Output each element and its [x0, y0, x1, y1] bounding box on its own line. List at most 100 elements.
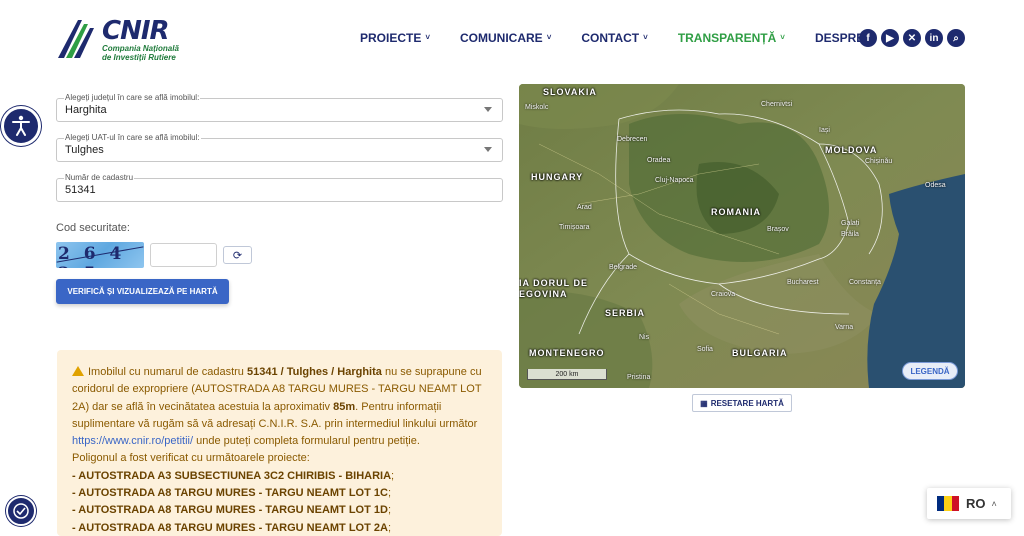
- project-item: - AUTOSTRADA A8 TARGU MURES - TARGU NEAM…: [72, 504, 388, 517]
- accessibility-settings-icon[interactable]: [6, 496, 36, 526]
- nav-contact[interactable]: CONTACT ˅: [581, 31, 647, 45]
- security-code-label: Cod securitate:: [56, 222, 130, 234]
- nav-transparenta[interactable]: TRANSPARENȚĂ ˅: [678, 31, 785, 45]
- map-city: Pristina: [627, 374, 651, 381]
- accessibility-icon[interactable]: [1, 106, 41, 146]
- alert-text: Poligonul a fost verificat cu următoarel…: [72, 452, 310, 465]
- nav-label: TRANSPARENȚĂ: [677, 31, 777, 45]
- captcha-text: 2 6 4 2 5: [58, 244, 126, 268]
- map-terrain: [519, 84, 965, 388]
- logo-subtitle-1: Compania Națională: [102, 44, 179, 53]
- cadastru-value: 51341: [65, 184, 96, 196]
- facebook-icon[interactable]: f: [859, 29, 877, 47]
- judet-select[interactable]: Alegeți județul în care se află imobilul…: [56, 93, 503, 122]
- satellite-map[interactable]: SLOVAKIA HUNGARY ROMANIA MOLDOVA SERBIA …: [519, 84, 965, 388]
- chevron-down-icon: ˅: [780, 33, 785, 42]
- map-city: Craiova: [711, 291, 736, 298]
- project-item: - AUTOSTRADA A3 SUBSECTIUNEA 3C2 CHIRIBI…: [72, 469, 392, 482]
- map-city: Cluj-Napoca: [655, 177, 694, 184]
- judet-label: Alegeți județul în care se află imobilul…: [64, 93, 201, 102]
- map-label-country: MOLDOVA: [825, 145, 878, 155]
- uat-label: Alegeți UAT-ul în care se află imobilul:: [64, 133, 201, 142]
- project-item: - AUTOSTRADA A8 TARGU MURES - TARGU NEAM…: [72, 521, 388, 534]
- logo-road-icon: [58, 20, 94, 58]
- logo-subtitle-2: de Investiții Rutiere: [102, 53, 176, 62]
- alert-text: unde puteți completa formularul pentru p…: [196, 435, 420, 448]
- nav-label: DESPRE: [814, 31, 865, 45]
- accessibility-figure-icon: [12, 115, 30, 136]
- map-city: Varna: [835, 324, 854, 331]
- youtube-icon[interactable]: ▶: [881, 29, 899, 47]
- language-selector[interactable]: RO ˄: [927, 488, 1011, 519]
- map-label-country: ROMANIA: [711, 207, 761, 217]
- map-label-country: IA DORUL DE: [519, 278, 589, 288]
- refresh-icon: ⟳: [232, 249, 243, 262]
- alert-distance: 85m: [333, 400, 356, 413]
- captcha-input[interactable]: [150, 243, 217, 267]
- dropdown-arrow-icon: [484, 147, 492, 152]
- cnir-logo[interactable]: CNIR Compania Națională de Investiții Ru…: [56, 14, 186, 64]
- map-city: Chernivtsi: [761, 101, 793, 108]
- map-city: Oradea: [647, 157, 671, 164]
- alert-cadastru: 51341 / Tulghes / Harghita: [246, 366, 382, 378]
- nav-label: PROIECTE: [360, 31, 422, 45]
- language-code: RO: [966, 496, 986, 511]
- map-city: Timișoara: [559, 224, 590, 231]
- x-twitter-icon[interactable]: ✕: [903, 29, 921, 47]
- cadastru-label: Număr de cadastru: [64, 173, 135, 182]
- petitii-link[interactable]: https://www.cnir.ro/petitii/: [72, 435, 193, 447]
- chevron-down-icon: ˅: [425, 33, 431, 42]
- social-links: f ▶ ✕ in ⌕: [859, 29, 965, 47]
- map-city: Nis: [639, 334, 650, 341]
- uat-select[interactable]: Alegeți UAT-ul în care se află imobilul:…: [56, 133, 503, 162]
- dropdown-arrow-icon: [484, 107, 492, 112]
- romania-flag-icon: [937, 496, 959, 511]
- nav-proiecte[interactable]: PROIECTE ˅: [360, 31, 430, 45]
- map-scale: 200 km: [527, 369, 607, 380]
- map-label-country: SLOVAKIA: [543, 87, 597, 97]
- map-city: Arad: [577, 204, 592, 211]
- map-label-country: SERBIA: [605, 308, 646, 318]
- logo-text: CNIR: [102, 16, 170, 46]
- map-city: Galați: [841, 220, 860, 227]
- map-label-country: MONTENEGRO: [529, 348, 605, 358]
- verify-button[interactable]: VERIFICĂ ȘI VIZUALIZEAZĂ PE HARTĂ: [56, 279, 229, 304]
- linkedin-icon[interactable]: in: [925, 29, 943, 47]
- alert-text: Imobilul cu numarul de cadastru: [88, 366, 244, 378]
- warning-icon: [72, 366, 84, 376]
- refresh-captcha-button[interactable]: ⟳: [223, 246, 252, 264]
- map-city: Constanța: [849, 279, 881, 286]
- hand-check-icon: [13, 503, 29, 519]
- map-label-country: HUNGARY: [531, 172, 584, 182]
- uat-value: Tulghes: [65, 144, 104, 156]
- map-city: Bucharest: [787, 279, 819, 286]
- main-nav: PROIECTE ˅ COMUNICARE ˅ CONTACT ˅ TRANSPARE…: [360, 31, 903, 45]
- reset-map-label: RESETARE HARTĂ: [710, 398, 784, 408]
- legend-button[interactable]: LEGENDĂ: [902, 362, 958, 380]
- nav-comunicare[interactable]: COMUNICARE ˅: [460, 31, 551, 45]
- reset-map-button[interactable]: ▦ RESETARE HARTĂ: [692, 394, 792, 412]
- header: CNIR Compania Națională de Investiții Ru…: [0, 0, 1024, 78]
- judet-value: Harghita: [65, 104, 107, 116]
- map-city: Iași: [819, 127, 830, 134]
- result-alert: Imobilul cu numarul de cadastru 51341 / …: [57, 350, 502, 536]
- nav-label: COMUNICARE: [460, 31, 543, 45]
- map-label-country: EGOVINA: [519, 289, 568, 299]
- search-icon[interactable]: ⌕: [947, 29, 965, 47]
- map-city: Belgrade: [609, 264, 638, 271]
- map-city: Brașov: [767, 226, 789, 233]
- map-city: Debrecen: [617, 136, 648, 143]
- map-city: Sofia: [697, 346, 713, 353]
- map-icon: ▦: [700, 398, 708, 408]
- cadastru-input[interactable]: Număr de cadastru 51341: [56, 173, 503, 202]
- map-city: Odesa: [925, 182, 946, 189]
- chevron-up-icon: ˄: [991, 498, 997, 509]
- nav-label: CONTACT: [581, 31, 640, 45]
- chevron-down-icon: ˅: [643, 33, 648, 42]
- map-label-country: BULGARIA: [732, 348, 788, 358]
- captcha-image: 2 6 4 2 5: [56, 242, 144, 268]
- project-item: - AUTOSTRADA A8 TARGU MURES - TARGU NEAM…: [72, 487, 388, 500]
- map-city: Brăila: [841, 231, 859, 238]
- map-city: Chișinău: [865, 158, 893, 165]
- chevron-down-icon: ˅: [546, 33, 552, 42]
